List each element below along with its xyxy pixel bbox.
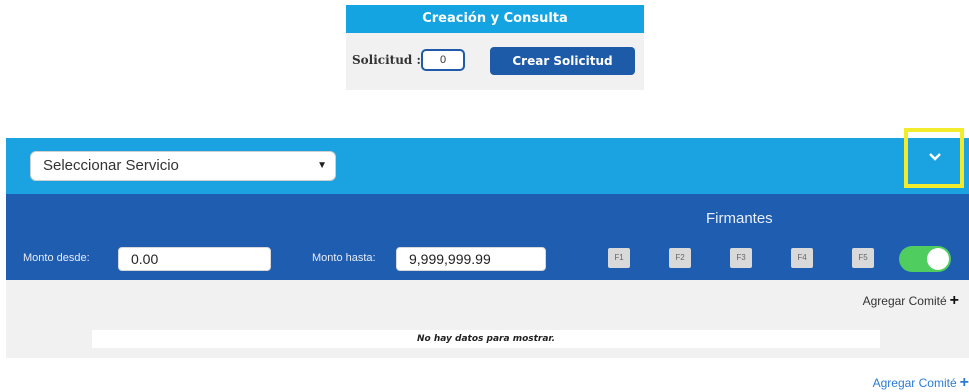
firmantes-toggle[interactable] — [899, 246, 951, 272]
agregar-comite-bottom-label: Agregar Comité — [872, 376, 957, 390]
service-select[interactable]: Seleccionar Servicio ▼ — [30, 151, 336, 181]
empty-message: No hay datos para mostrar. — [92, 330, 880, 348]
monto-desde-label: Monto desde: — [23, 252, 90, 264]
agregar-comite-label: Agregar Comité — [862, 294, 947, 308]
dropdown-arrow-icon: ▼ — [317, 160, 327, 171]
firmante-button-f4[interactable]: F4 — [791, 248, 813, 268]
plus-icon: + — [949, 292, 959, 309]
panel-title: Creación y Consulta — [346, 5, 644, 33]
service-select-value: Seleccionar Servicio — [43, 157, 179, 174]
firmante-button-f2[interactable]: F2 — [669, 248, 691, 268]
firmante-button-f1[interactable]: F1 — [608, 248, 630, 268]
agregar-comite-link-bottom[interactable]: Agregar Comité + — [873, 374, 969, 392]
firmante-button-f5[interactable]: F5 — [852, 248, 874, 268]
firmantes-title: Firmantes — [706, 210, 773, 227]
chevron-down-icon — [929, 153, 941, 161]
crear-solicitud-button[interactable]: Crear Solicitud — [490, 47, 635, 75]
firmante-button-f3[interactable]: F3 — [730, 248, 752, 268]
expand-button[interactable] — [904, 128, 964, 188]
filter-band: Firmantes Monto desde: 0.00 Monto hasta:… — [6, 194, 969, 280]
toggle-knob — [927, 248, 949, 270]
results-area: Agregar Comité + No hay datos para mostra… — [6, 280, 969, 358]
agregar-comite-link[interactable]: Agregar Comité + — [863, 292, 959, 310]
solicitud-input[interactable]: 0 — [421, 49, 465, 71]
creacion-consulta-panel: Creación y Consulta Solicitud : 0 Crear … — [346, 5, 644, 90]
monto-hasta-label: Monto hasta: — [312, 252, 376, 264]
plus-icon-bottom: + — [959, 374, 969, 391]
monto-hasta-input[interactable]: 9,999,999.99 — [396, 247, 546, 271]
solicitud-label: Solicitud : — [352, 53, 421, 67]
service-bar: Seleccionar Servicio ▼ — [6, 128, 969, 194]
solicitud-row: Solicitud : 0 Crear Solicitud — [346, 33, 644, 90]
monto-desde-input[interactable]: 0.00 — [118, 247, 271, 271]
